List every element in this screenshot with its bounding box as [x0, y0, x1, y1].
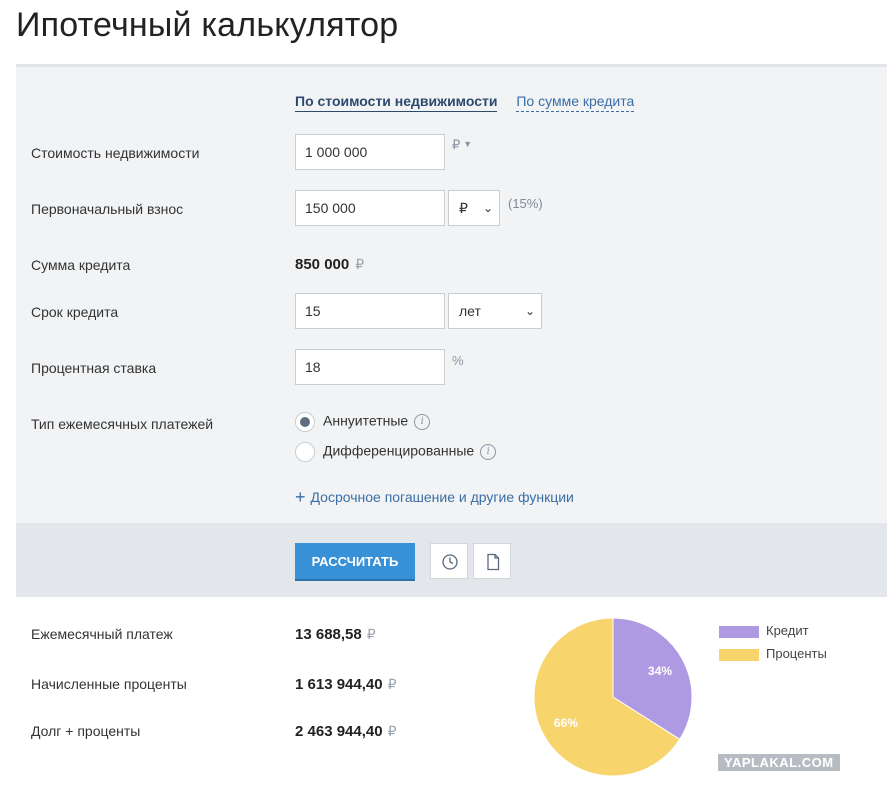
- term-label: Срок кредита: [31, 304, 119, 320]
- rate-unit: %: [452, 353, 464, 368]
- down-payment-unit-select[interactable]: ₽ ⌄: [448, 190, 500, 226]
- debt-plus-interest-number: 2 463 944,40: [295, 723, 383, 740]
- term-input[interactable]: [295, 293, 445, 329]
- monthly-payment-currency: ₽: [366, 626, 376, 642]
- tab-by-loan-amount[interactable]: По сумме кредита: [516, 93, 635, 112]
- early-repayment-label: Досрочное погашение и другие функции: [310, 489, 574, 505]
- radio-annuity[interactable]: Аннуитетные i: [295, 412, 431, 432]
- monthly-payment-number: 13 688,58: [295, 626, 362, 643]
- chevron-down-icon: ⌄: [524, 304, 535, 318]
- radio-annuity-control[interactable]: [295, 412, 315, 432]
- tab-by-property-cost[interactable]: По стоимости недвижимости: [295, 93, 498, 112]
- debt-plus-interest-value: 2 463 944,40 ₽: [295, 723, 397, 740]
- property-cost-input[interactable]: [295, 134, 445, 170]
- term-unit-value: лет: [459, 303, 481, 319]
- legend-swatch: [719, 648, 759, 661]
- down-payment-label: Первоначальный взнос: [31, 201, 184, 217]
- loan-amount-currency: ₽: [355, 256, 365, 272]
- watermark: YAPLAKAL.COM: [718, 754, 840, 771]
- payment-pie-chart: 34% 66%: [533, 617, 693, 777]
- rate-input[interactable]: [295, 349, 445, 385]
- radio-differentiated-label: Дифференцированные: [323, 442, 475, 459]
- legend-item-interest: Проценты: [719, 646, 827, 669]
- mode-tabs: По стоимости недвижимости По сумме креди…: [295, 93, 649, 112]
- debt-plus-interest-currency: ₽: [387, 723, 397, 739]
- loan-amount-number: 850 000: [295, 256, 350, 273]
- down-payment-percent: (15%): [508, 196, 543, 211]
- down-payment-unit-value: ₽: [459, 200, 468, 216]
- accrued-interest-label: Начисленные проценты: [31, 676, 187, 692]
- accrued-interest-currency: ₽: [387, 676, 397, 692]
- monthly-payment-label: Ежемесячный платеж: [31, 626, 173, 642]
- legend-item-credit: Кредит: [719, 623, 827, 646]
- radio-differentiated-control[interactable]: [295, 442, 315, 462]
- calculate-button[interactable]: РАССЧИТАТЬ: [295, 543, 415, 579]
- page-title: Ипотечный калькулятор: [16, 6, 399, 44]
- history-button[interactable]: [430, 543, 468, 579]
- chevron-down-icon: ⌄: [482, 201, 493, 215]
- radio-differentiated[interactable]: Дифференцированные i: [295, 442, 497, 462]
- rate-label: Процентная ставка: [31, 360, 157, 376]
- accrued-interest-value: 1 613 944,40 ₽: [295, 676, 397, 693]
- legend-swatch: [719, 625, 759, 638]
- monthly-payment-value: 13 688,58 ₽: [295, 626, 376, 643]
- clock-icon: [442, 554, 458, 570]
- legend-label: Кредит: [766, 623, 809, 638]
- property-cost-label: Стоимость недвижимости: [31, 145, 200, 161]
- pie-slice-label: 34%: [648, 664, 672, 678]
- chart-legend: Кредит Проценты: [719, 623, 827, 669]
- document-icon: [487, 553, 500, 571]
- loan-amount-value: 850 000 ₽: [295, 256, 364, 273]
- action-bar: РАССЧИТАТЬ: [16, 523, 887, 597]
- report-button[interactable]: [473, 543, 511, 579]
- accrued-interest-number: 1 613 944,40: [295, 676, 383, 693]
- currency-label: ₽: [452, 137, 461, 152]
- early-repayment-link[interactable]: + Досрочное погашение и другие функции: [295, 487, 574, 508]
- plus-icon: +: [295, 487, 306, 507]
- caret-down-icon: ▼: [463, 139, 473, 149]
- debt-plus-interest-label: Долг + проценты: [31, 723, 141, 739]
- info-icon[interactable]: i: [414, 414, 431, 430]
- down-payment-input[interactable]: [295, 190, 445, 226]
- property-cost-currency-dropdown[interactable]: ₽ ▼: [452, 137, 472, 153]
- pie-slice-label: 66%: [554, 716, 578, 730]
- radio-annuity-label: Аннуитетные: [323, 412, 409, 429]
- info-icon[interactable]: i: [480, 444, 497, 460]
- legend-label: Проценты: [766, 646, 827, 661]
- loan-amount-label: Сумма кредита: [31, 257, 131, 273]
- term-unit-select[interactable]: лет ⌄: [448, 293, 542, 329]
- calculator-panel: По стоимости недвижимости По сумме креди…: [16, 64, 887, 796]
- payment-type-label: Тип ежемесячных платежей: [31, 416, 214, 432]
